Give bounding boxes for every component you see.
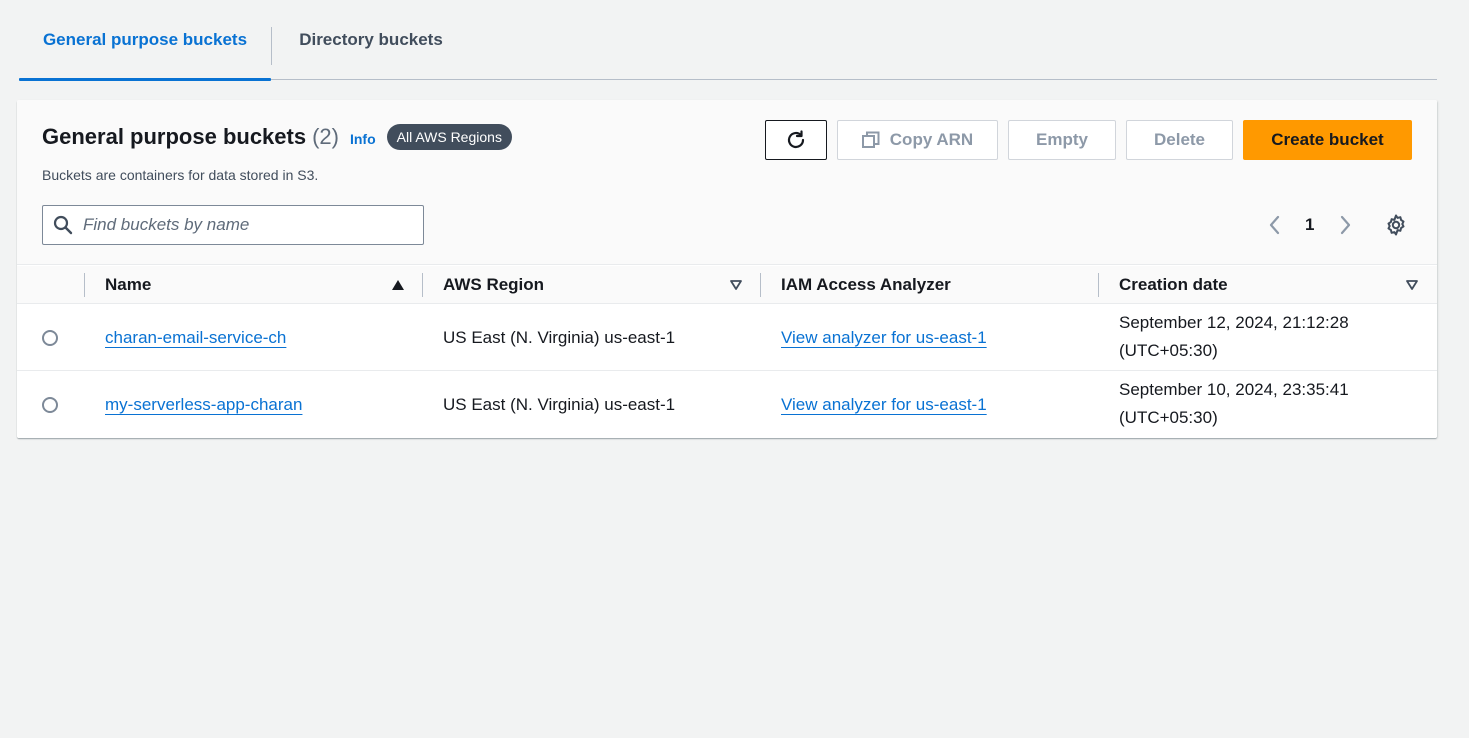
creation-date-line: September 10, 2024, 23:35:41 [1119,380,1349,399]
empty-button[interactable]: Empty [1008,120,1116,160]
info-link[interactable]: Info [350,131,376,147]
column-divider [84,273,85,297]
panel-description: Buckets are containers for data stored i… [42,167,319,183]
view-analyzer-link[interactable]: View analyzer for us-east-1 [781,328,987,348]
sort-caret-down-icon[interactable] [1405,278,1419,296]
copy-icon [861,131,880,148]
column-header-name[interactable]: Name [105,266,151,304]
creation-date: September 10, 2024, 23:35:41 (UTC+05:30) [1119,371,1349,432]
bucket-region: US East (N. Virginia) us-east-1 [443,394,676,414]
refresh-button[interactable] [765,120,827,160]
column-divider [422,273,423,297]
view-analyzer-link[interactable]: View analyzer for us-east-1 [781,395,987,415]
chevron-left-icon [1269,215,1280,235]
creation-date-timezone: (UTC+05:30) [1119,408,1218,427]
column-divider [1098,273,1099,297]
buckets-panel: General purpose buckets (2) Info All AWS… [17,100,1437,438]
bucket-count: (2) [312,124,339,149]
table-header: Name AWS Region IAM Access Analyzer Crea… [17,266,1437,304]
next-page-button[interactable] [1337,210,1353,240]
bucket-name-link[interactable]: my-serverless-app-charan [105,395,302,415]
table-settings-button[interactable] [1384,210,1408,240]
search-icon [53,215,73,235]
chevron-right-icon [1340,215,1351,235]
page-number[interactable]: 1 [1305,210,1314,240]
creation-date-timezone: (UTC+05:30) [1119,341,1218,360]
panel-title-row: General purpose buckets (2) Info All AWS… [42,124,512,150]
previous-page-button[interactable] [1267,210,1283,240]
region-badge: All AWS Regions [386,124,512,150]
bucket-region: US East (N. Virginia) us-east-1 [443,327,676,347]
gear-icon [1387,214,1405,236]
table-row: my-serverless-app-charan US East (N. Vir… [17,371,1437,438]
search-input[interactable] [83,215,403,235]
bucket-name-link[interactable]: charan-email-service-ch [105,328,286,348]
column-divider [760,273,761,297]
sort-caret-down-icon[interactable] [729,278,743,296]
tab-general-purpose-buckets[interactable]: General purpose buckets [19,0,271,81]
create-bucket-button[interactable]: Create bucket [1243,120,1412,160]
sort-ascending-icon[interactable] [391,278,405,296]
delete-button[interactable]: Delete [1126,120,1233,160]
column-header-analyzer: IAM Access Analyzer [781,275,951,294]
tab-directory-buckets[interactable]: Directory buckets [272,0,470,79]
copy-arn-label: Copy ARN [889,130,974,149]
refresh-icon [787,130,805,149]
column-header-creation-date[interactable]: Creation date [1119,266,1228,304]
row-select-radio[interactable] [42,397,58,413]
column-header-region[interactable]: AWS Region [443,266,544,304]
panel-header: General purpose buckets (2) Info All AWS… [17,100,1437,265]
panel-title: General purpose buckets [42,124,307,149]
row-select-radio[interactable] [42,330,58,346]
search-field[interactable] [42,205,424,245]
creation-date-line: September 12, 2024, 21:12:28 [1119,313,1349,332]
table-row: charan-email-service-ch US East (N. Virg… [17,304,1437,371]
bucket-type-tabs: General purpose buckets Directory bucket… [19,0,1437,81]
copy-arn-button[interactable]: Copy ARN [837,120,998,160]
creation-date: September 12, 2024, 21:12:28 (UTC+05:30) [1119,304,1349,365]
